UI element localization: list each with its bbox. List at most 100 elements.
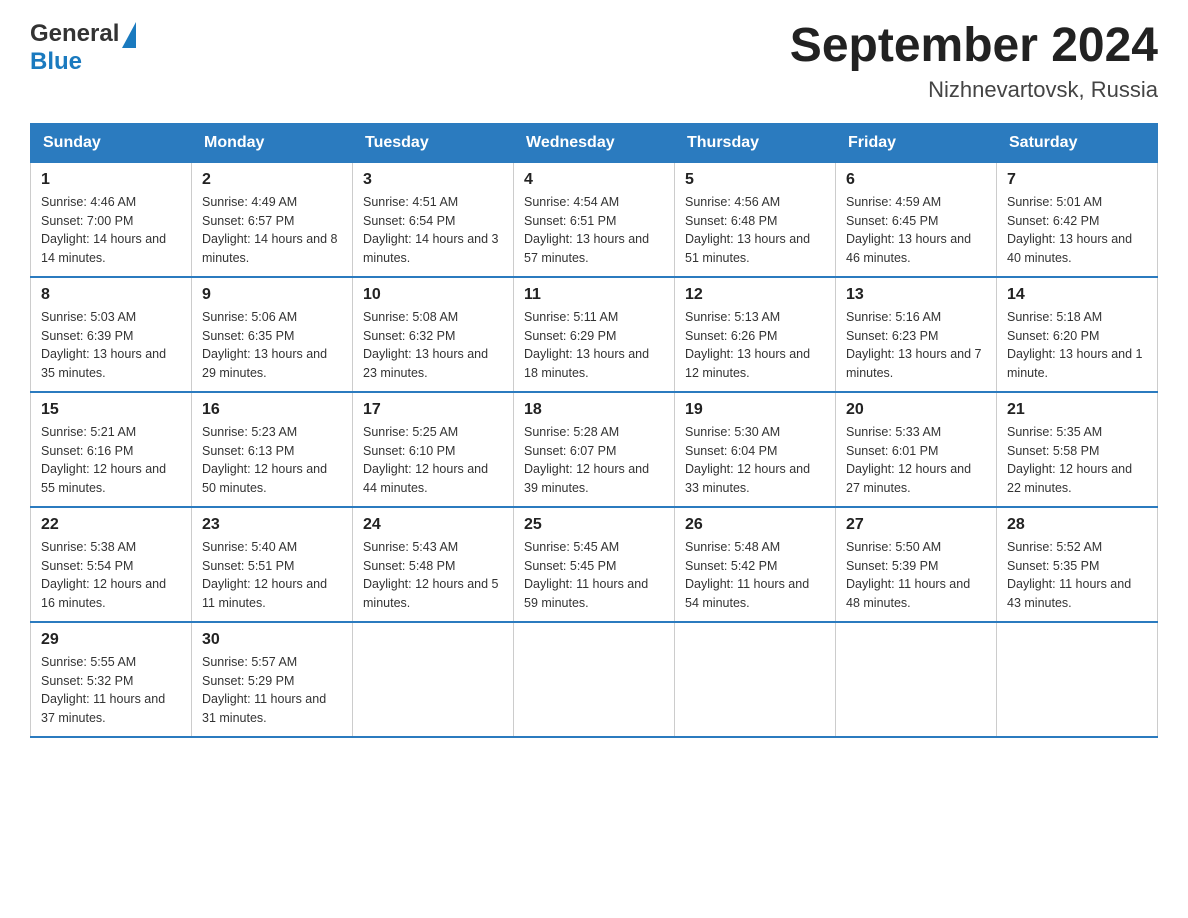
calendar-subtitle: Nizhnevartovsk, Russia [790, 77, 1158, 103]
calendar-cell: 6 Sunrise: 4:59 AMSunset: 6:45 PMDayligh… [836, 162, 997, 277]
day-number: 28 [1007, 516, 1147, 534]
day-info: Sunrise: 5:45 AMSunset: 5:45 PMDaylight:… [524, 540, 648, 610]
title-block: September 2024 Nizhnevartovsk, Russia [790, 20, 1158, 103]
calendar-cell: 19 Sunrise: 5:30 AMSunset: 6:04 PMDaylig… [675, 392, 836, 507]
day-number: 7 [1007, 171, 1147, 189]
calendar-cell: 26 Sunrise: 5:48 AMSunset: 5:42 PMDaylig… [675, 507, 836, 622]
day-info: Sunrise: 5:01 AMSunset: 6:42 PMDaylight:… [1007, 195, 1132, 265]
day-number: 16 [202, 401, 342, 419]
calendar-cell: 15 Sunrise: 5:21 AMSunset: 6:16 PMDaylig… [31, 392, 192, 507]
day-info: Sunrise: 4:46 AMSunset: 7:00 PMDaylight:… [41, 195, 166, 265]
day-info: Sunrise: 5:23 AMSunset: 6:13 PMDaylight:… [202, 425, 327, 495]
day-number: 10 [363, 286, 503, 304]
day-info: Sunrise: 5:03 AMSunset: 6:39 PMDaylight:… [41, 310, 166, 380]
day-number: 4 [524, 171, 664, 189]
calendar-cell: 21 Sunrise: 5:35 AMSunset: 5:58 PMDaylig… [997, 392, 1158, 507]
day-number: 23 [202, 516, 342, 534]
day-info: Sunrise: 4:54 AMSunset: 6:51 PMDaylight:… [524, 195, 649, 265]
page-header: General Blue September 2024 Nizhnevartov… [30, 20, 1158, 103]
day-info: Sunrise: 5:38 AMSunset: 5:54 PMDaylight:… [41, 540, 166, 610]
col-wednesday: Wednesday [514, 123, 675, 162]
day-info: Sunrise: 5:40 AMSunset: 5:51 PMDaylight:… [202, 540, 327, 610]
calendar-cell: 9 Sunrise: 5:06 AMSunset: 6:35 PMDayligh… [192, 277, 353, 392]
day-info: Sunrise: 5:48 AMSunset: 5:42 PMDaylight:… [685, 540, 809, 610]
day-number: 1 [41, 171, 181, 189]
day-info: Sunrise: 4:49 AMSunset: 6:57 PMDaylight:… [202, 195, 338, 265]
calendar-cell: 24 Sunrise: 5:43 AMSunset: 5:48 PMDaylig… [353, 507, 514, 622]
day-number: 14 [1007, 286, 1147, 304]
day-number: 26 [685, 516, 825, 534]
calendar-cell: 4 Sunrise: 4:54 AMSunset: 6:51 PMDayligh… [514, 162, 675, 277]
calendar-week-row: 8 Sunrise: 5:03 AMSunset: 6:39 PMDayligh… [31, 277, 1158, 392]
logo: General Blue [30, 20, 136, 76]
calendar-cell: 18 Sunrise: 5:28 AMSunset: 6:07 PMDaylig… [514, 392, 675, 507]
day-number: 11 [524, 286, 664, 304]
day-number: 29 [41, 631, 181, 649]
calendar-week-row: 1 Sunrise: 4:46 AMSunset: 7:00 PMDayligh… [31, 162, 1158, 277]
header-row: Sunday Monday Tuesday Wednesday Thursday… [31, 123, 1158, 162]
calendar-week-row: 29 Sunrise: 5:55 AMSunset: 5:32 PMDaylig… [31, 622, 1158, 737]
day-number: 20 [846, 401, 986, 419]
calendar-cell: 14 Sunrise: 5:18 AMSunset: 6:20 PMDaylig… [997, 277, 1158, 392]
calendar-cell: 27 Sunrise: 5:50 AMSunset: 5:39 PMDaylig… [836, 507, 997, 622]
col-thursday: Thursday [675, 123, 836, 162]
day-info: Sunrise: 5:13 AMSunset: 6:26 PMDaylight:… [685, 310, 810, 380]
day-info: Sunrise: 5:21 AMSunset: 6:16 PMDaylight:… [41, 425, 166, 495]
day-info: Sunrise: 4:59 AMSunset: 6:45 PMDaylight:… [846, 195, 971, 265]
calendar-cell: 23 Sunrise: 5:40 AMSunset: 5:51 PMDaylig… [192, 507, 353, 622]
day-info: Sunrise: 5:08 AMSunset: 6:32 PMDaylight:… [363, 310, 488, 380]
day-number: 19 [685, 401, 825, 419]
day-number: 22 [41, 516, 181, 534]
calendar-cell: 29 Sunrise: 5:55 AMSunset: 5:32 PMDaylig… [31, 622, 192, 737]
day-number: 30 [202, 631, 342, 649]
day-info: Sunrise: 5:16 AMSunset: 6:23 PMDaylight:… [846, 310, 982, 380]
day-number: 27 [846, 516, 986, 534]
calendar-cell: 20 Sunrise: 5:33 AMSunset: 6:01 PMDaylig… [836, 392, 997, 507]
calendar-cell [836, 622, 997, 737]
calendar-cell: 5 Sunrise: 4:56 AMSunset: 6:48 PMDayligh… [675, 162, 836, 277]
day-info: Sunrise: 5:33 AMSunset: 6:01 PMDaylight:… [846, 425, 971, 495]
logo-blue-text: Blue [30, 48, 82, 75]
calendar-cell: 22 Sunrise: 5:38 AMSunset: 5:54 PMDaylig… [31, 507, 192, 622]
day-info: Sunrise: 5:25 AMSunset: 6:10 PMDaylight:… [363, 425, 488, 495]
day-number: 6 [846, 171, 986, 189]
day-number: 3 [363, 171, 503, 189]
calendar-cell: 30 Sunrise: 5:57 AMSunset: 5:29 PMDaylig… [192, 622, 353, 737]
calendar-cell: 25 Sunrise: 5:45 AMSunset: 5:45 PMDaylig… [514, 507, 675, 622]
day-number: 18 [524, 401, 664, 419]
calendar-cell: 1 Sunrise: 4:46 AMSunset: 7:00 PMDayligh… [31, 162, 192, 277]
col-monday: Monday [192, 123, 353, 162]
day-info: Sunrise: 4:51 AMSunset: 6:54 PMDaylight:… [363, 195, 499, 265]
calendar-header: Sunday Monday Tuesday Wednesday Thursday… [31, 123, 1158, 162]
day-info: Sunrise: 5:06 AMSunset: 6:35 PMDaylight:… [202, 310, 327, 380]
day-number: 25 [524, 516, 664, 534]
day-info: Sunrise: 5:30 AMSunset: 6:04 PMDaylight:… [685, 425, 810, 495]
calendar-cell [997, 622, 1158, 737]
day-number: 17 [363, 401, 503, 419]
logo-general-text: General [30, 20, 119, 48]
col-sunday: Sunday [31, 123, 192, 162]
calendar-cell: 13 Sunrise: 5:16 AMSunset: 6:23 PMDaylig… [836, 277, 997, 392]
day-info: Sunrise: 5:55 AMSunset: 5:32 PMDaylight:… [41, 655, 165, 725]
calendar-cell: 10 Sunrise: 5:08 AMSunset: 6:32 PMDaylig… [353, 277, 514, 392]
day-info: Sunrise: 5:28 AMSunset: 6:07 PMDaylight:… [524, 425, 649, 495]
calendar-cell [353, 622, 514, 737]
calendar-cell: 8 Sunrise: 5:03 AMSunset: 6:39 PMDayligh… [31, 277, 192, 392]
calendar-cell: 28 Sunrise: 5:52 AMSunset: 5:35 PMDaylig… [997, 507, 1158, 622]
day-number: 15 [41, 401, 181, 419]
col-saturday: Saturday [997, 123, 1158, 162]
calendar-cell [675, 622, 836, 737]
calendar-cell: 12 Sunrise: 5:13 AMSunset: 6:26 PMDaylig… [675, 277, 836, 392]
calendar-body: 1 Sunrise: 4:46 AMSunset: 7:00 PMDayligh… [31, 162, 1158, 737]
day-info: Sunrise: 5:57 AMSunset: 5:29 PMDaylight:… [202, 655, 326, 725]
day-info: Sunrise: 5:52 AMSunset: 5:35 PMDaylight:… [1007, 540, 1131, 610]
logo-triangle-icon [122, 22, 136, 48]
day-number: 13 [846, 286, 986, 304]
day-info: Sunrise: 5:43 AMSunset: 5:48 PMDaylight:… [363, 540, 499, 610]
day-number: 21 [1007, 401, 1147, 419]
calendar-title: September 2024 [790, 20, 1158, 73]
calendar-cell: 17 Sunrise: 5:25 AMSunset: 6:10 PMDaylig… [353, 392, 514, 507]
day-info: Sunrise: 5:18 AMSunset: 6:20 PMDaylight:… [1007, 310, 1143, 380]
day-number: 2 [202, 171, 342, 189]
col-friday: Friday [836, 123, 997, 162]
